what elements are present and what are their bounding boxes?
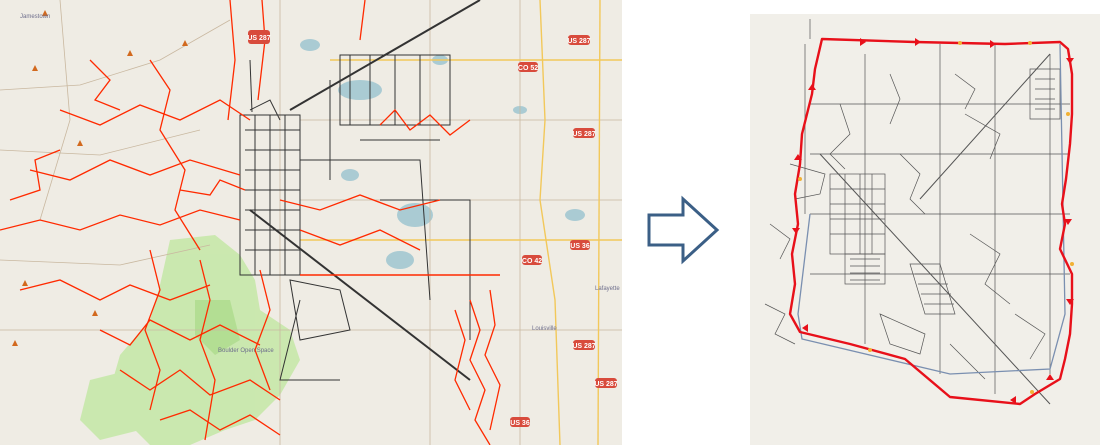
route-shield: US 36: [510, 417, 530, 427]
right-arrow-icon: [645, 195, 720, 265]
place-label: Jamestown: [20, 14, 50, 20]
svg-text:US 36: US 36: [510, 420, 530, 427]
svg-text:CO 52: CO 52: [518, 65, 538, 72]
right-map-canvas: [764, 19, 1074, 406]
street-network: [764, 19, 1070, 405]
svg-text:US 287: US 287: [572, 131, 595, 138]
direction-arrows: [792, 38, 1074, 404]
svg-text:US 36: US 36: [570, 243, 590, 250]
edge-line: [797, 43, 1066, 375]
left-trail-map: US 287 US 287 CO 52 US 287 US 36 CO 42 U…: [0, 0, 622, 445]
route-shield: US 36: [570, 240, 590, 250]
route-shield: US 287: [567, 35, 591, 45]
left-map-canvas: US 287 US 287 CO 52 US 287 US 36 CO 42 U…: [0, 0, 622, 445]
highways: [300, 0, 622, 445]
place-label: Boulder Open Space: [218, 348, 274, 354]
svg-text:US 287: US 287: [572, 343, 595, 350]
place-label: Lafayette: [595, 286, 620, 292]
svg-text:US 287: US 287: [247, 35, 270, 42]
svg-text:US 287: US 287: [594, 381, 617, 388]
place-label: Louisville: [532, 326, 557, 332]
route-shield: US 287: [247, 30, 271, 44]
svg-text:CO 42: CO 42: [522, 258, 542, 265]
right-boundary-map: [750, 14, 1100, 445]
route-shield: CO 52: [518, 62, 538, 72]
route-shield: US 287: [572, 340, 596, 350]
route-shield: US 287: [594, 378, 618, 388]
route-shield: US 287: [572, 128, 596, 138]
route-shield: CO 42: [522, 255, 542, 265]
svg-text:US 287: US 287: [567, 38, 590, 45]
